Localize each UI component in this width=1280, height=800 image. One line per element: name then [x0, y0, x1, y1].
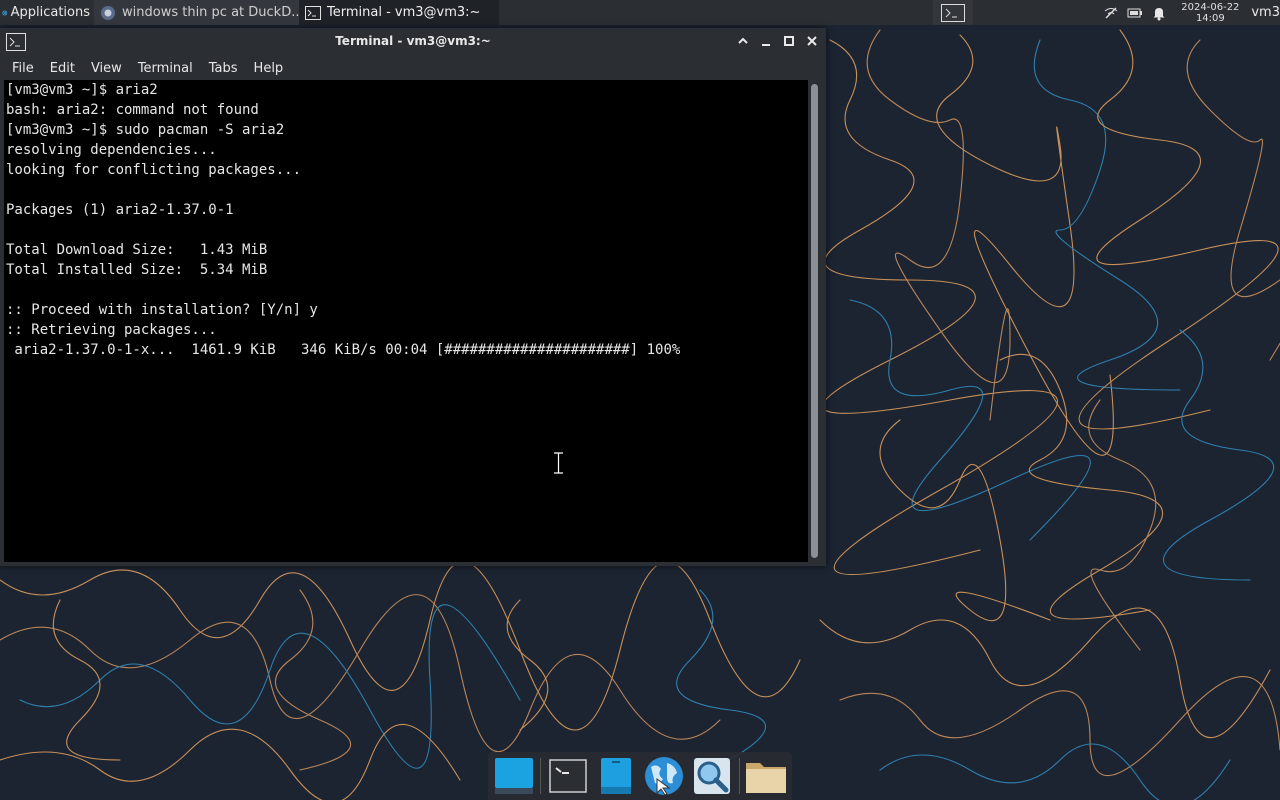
terminal-line: :: Proceed with installation? [Y/n] y: [6, 302, 318, 318]
minimize-button[interactable]: [758, 33, 774, 49]
xfce-logo-icon: [2, 10, 8, 15]
clock-time: 14:09: [1195, 12, 1225, 24]
notification-bell-icon[interactable]: [1151, 5, 1167, 21]
panel-clock[interactable]: 2024-06-22 14:09: [1175, 2, 1245, 24]
panel-terminal-launcher[interactable]: [933, 0, 974, 25]
menu-tabs[interactable]: Tabs: [201, 61, 246, 76]
taskbar-item-label: Terminal - vm3@vm3:~: [327, 5, 481, 20]
close-icon: [807, 36, 817, 46]
terminal-line: :: Retrieving packages...: [6, 322, 217, 338]
shade-button[interactable]: [735, 33, 751, 49]
clock-date: 2024-06-22: [1181, 1, 1240, 13]
file-manager-icon: [600, 758, 631, 794]
chevron-up-icon: [738, 37, 748, 44]
dock-file-manager[interactable]: [594, 754, 638, 798]
terminal-window: Terminal - vm3@vm3:~ File Edit View Term…: [0, 28, 826, 566]
taskbar-item-terminal[interactable]: Terminal - vm3@vm3:~: [299, 0, 499, 25]
system-tray: [1103, 0, 1167, 25]
maximize-button[interactable]: [781, 33, 797, 49]
dock-web-browser[interactable]: [642, 754, 686, 798]
terminal-output[interactable]: [vm3@vm3 ~]$ aria2 bash: aria2: command …: [4, 80, 808, 562]
desktop-icon: [495, 758, 534, 794]
menu-help[interactable]: Help: [246, 61, 292, 76]
web-browser-icon: [645, 757, 684, 796]
window-title: Terminal - vm3@vm3:~: [335, 34, 491, 48]
terminal-line: Total Installed Size: 5.34 MiB: [6, 262, 268, 278]
terminal-scrollbar[interactable]: [808, 80, 822, 562]
terminal-line: bash: aria2: command not found: [6, 102, 259, 118]
top-panel: Applications windows thin pc at DuckD...…: [0, 0, 1280, 25]
text-cursor-icon: [554, 452, 563, 474]
terminal-line: [vm3@vm3 ~]$ sudo pacman -S aria2: [6, 122, 285, 138]
applications-menu-label: Applications: [10, 5, 90, 20]
window-menubar: File Edit View Terminal Tabs Help: [0, 56, 826, 80]
dock-terminal[interactable]: [546, 754, 590, 798]
folder-icon: [745, 763, 786, 793]
browser-icon: [101, 5, 115, 20]
menu-terminal[interactable]: Terminal: [130, 61, 201, 76]
dock: [488, 752, 792, 800]
minimize-icon: [762, 44, 770, 46]
window-titlebar[interactable]: Terminal - vm3@vm3:~: [0, 28, 826, 56]
terminal-line: looking for conflicting packages...: [6, 162, 302, 178]
menu-view[interactable]: View: [83, 61, 130, 76]
network-disconnected-icon[interactable]: [1103, 5, 1119, 21]
dock-show-desktop[interactable]: [492, 754, 536, 798]
terminal-line: aria2-1.37.0-1-x... 1461.9 KiB 346 KiB/s…: [6, 342, 681, 358]
terminal-icon: [941, 3, 966, 22]
menu-file[interactable]: File: [4, 61, 42, 76]
maximize-icon: [784, 36, 794, 46]
menu-edit[interactable]: Edit: [42, 61, 83, 76]
terminal-line: Packages (1) aria2-1.37.0-1: [6, 202, 234, 218]
terminal-line: [vm3@vm3 ~]$ aria2: [6, 82, 158, 98]
terminal-line: Total Download Size: 1.43 MiB: [6, 242, 268, 258]
applications-menu-button[interactable]: Applications: [0, 0, 94, 25]
taskbar-item-browser[interactable]: windows thin pc at DuckD...: [94, 0, 299, 25]
terminal-icon: [548, 759, 587, 793]
terminal-icon: [305, 5, 321, 20]
terminal-line: resolving dependencies...: [6, 142, 217, 158]
scrollbar-thumb[interactable]: [811, 84, 818, 558]
dock-app-finder[interactable]: [690, 754, 734, 798]
app-finder-icon: [694, 758, 731, 794]
taskbar-item-label: windows thin pc at DuckD...: [122, 5, 299, 20]
battery-icon[interactable]: [1127, 5, 1143, 21]
close-button[interactable]: [804, 33, 820, 49]
dock-home-folder[interactable]: [744, 754, 788, 798]
panel-username[interactable]: vm3: [1251, 5, 1280, 20]
